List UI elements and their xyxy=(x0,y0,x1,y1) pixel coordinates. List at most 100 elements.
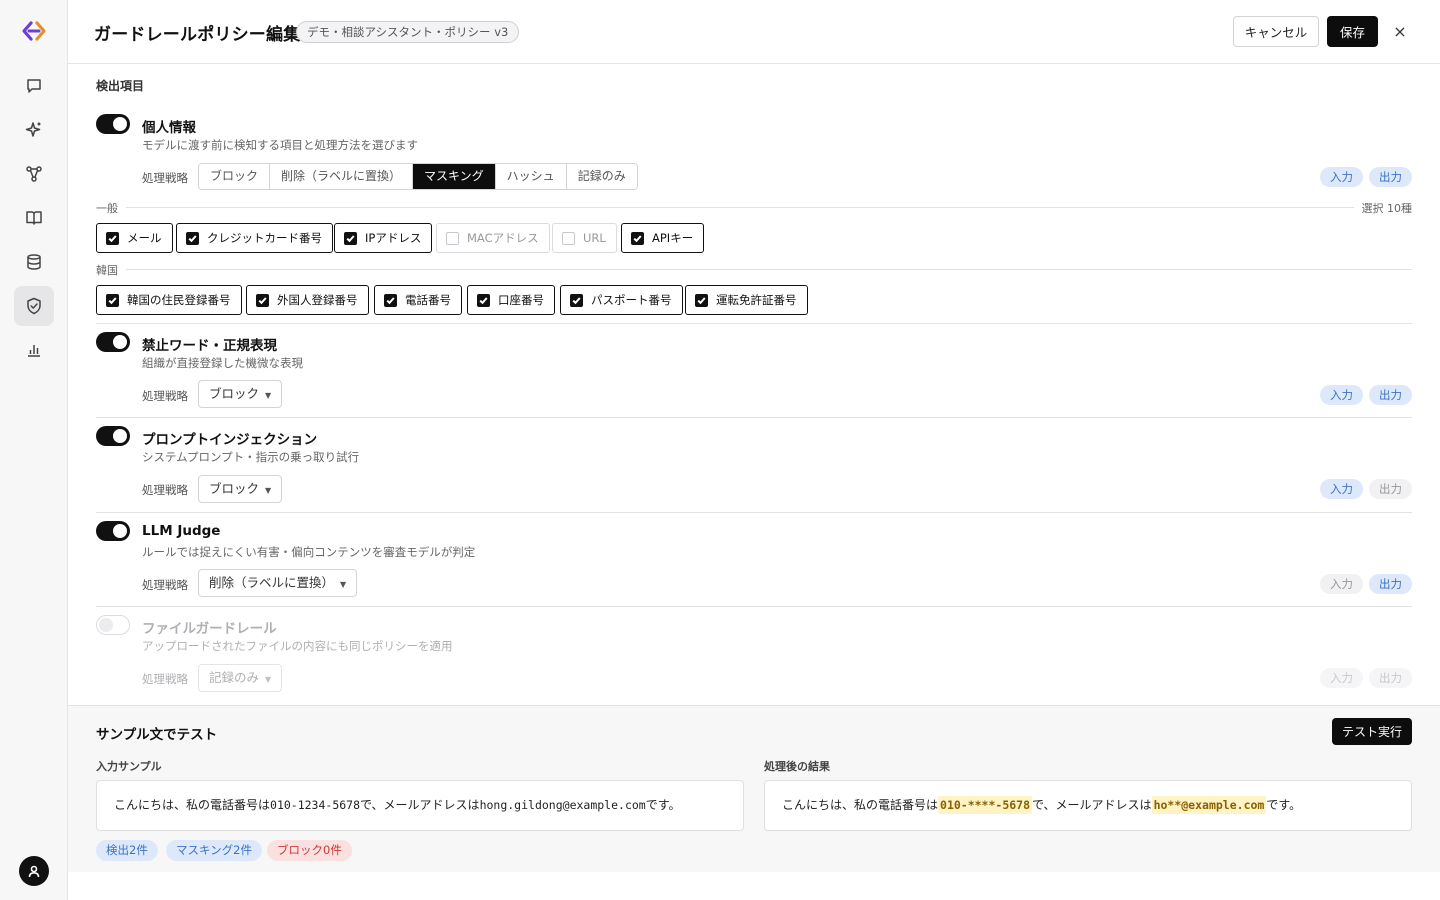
sidebar-item-guardrail[interactable] xyxy=(14,286,54,326)
banned-output-pill[interactable]: 出力 xyxy=(1369,385,1412,405)
test-title: サンプル文でテスト xyxy=(96,727,218,743)
cancel-button[interactable]: キャンセル xyxy=(1233,16,1319,47)
injection-strategy-label: 処理戦略 xyxy=(142,483,188,497)
pii-input-pill[interactable]: 入力 xyxy=(1320,167,1363,187)
sidebar xyxy=(0,0,68,900)
pii-chip-url[interactable]: URL xyxy=(552,223,617,253)
chevron-down-icon: ▼ xyxy=(265,486,272,495)
chevron-down-icon: ▼ xyxy=(265,675,272,684)
section-label: 検出項目 xyxy=(96,79,145,93)
pii-chip-email[interactable]: メール xyxy=(96,223,173,253)
injection-strategy-select[interactable]: ブロック ▼ xyxy=(198,475,283,503)
group-label-korea: 韓国 xyxy=(96,262,126,278)
banned-strategy-label: 処理戦略 xyxy=(142,389,188,403)
pii-chip-ip-address[interactable]: IPアドレス xyxy=(334,223,433,253)
file-input-pill[interactable]: 入力 xyxy=(1320,668,1363,688)
judge-output-pill[interactable]: 出力 xyxy=(1369,574,1412,594)
checkbox-checked-icon xyxy=(477,293,490,307)
divider xyxy=(96,417,1412,418)
injection-toggle[interactable] xyxy=(96,426,130,446)
file-strategy-label: 処理戦略 xyxy=(142,672,188,686)
checkbox-checked-icon xyxy=(106,293,119,307)
input-sample-label: 入力サンプル xyxy=(96,760,162,773)
injection-output-pill[interactable]: 出力 xyxy=(1369,479,1412,499)
checkbox-unchecked-icon xyxy=(562,231,575,245)
checkbox-checked-icon xyxy=(344,231,357,245)
chevron-down-icon: ▼ xyxy=(340,580,347,589)
chevron-down-icon: ▼ xyxy=(265,391,272,400)
stat-blocked-badge: ブロック0件 xyxy=(267,840,352,861)
file-strategy-select[interactable]: 記録のみ ▼ xyxy=(198,664,283,692)
pii-title: 個人情報 xyxy=(142,120,196,136)
header: ガードレールポリシー編集 デモ・相談アシスタント・ポリシー v3 キャンセル 保… xyxy=(68,0,1440,64)
strategy-option-mask[interactable]: マスキング xyxy=(413,164,496,189)
test-panel: サンプル文でテスト テスト実行 入力サンプル 処理後の結果 こんにちは、私の電話… xyxy=(68,705,1440,872)
judge-title: LLM Judge xyxy=(142,523,221,539)
pii-chip-resident-number[interactable]: 韓国の住民登録番号 xyxy=(96,285,242,315)
pii-chip-phone-number[interactable]: 電話番号 xyxy=(374,285,462,315)
pii-chip-mac-address[interactable]: MACアドレス xyxy=(436,223,550,253)
group-divider-korea xyxy=(126,269,1412,270)
close-icon[interactable]: × xyxy=(1392,22,1408,42)
pii-chip-api-key[interactable]: APIキー xyxy=(621,223,705,253)
banned-input-pill[interactable]: 入力 xyxy=(1320,385,1363,405)
judge-strategy-select[interactable]: 削除（ラベルに置換） ▼ xyxy=(198,569,358,597)
user-icon xyxy=(28,865,40,878)
judge-input-pill[interactable]: 入力 xyxy=(1320,574,1363,594)
pii-chip-passport-number[interactable]: パスポート番号 xyxy=(560,285,683,315)
sidebar-item-workflow[interactable] xyxy=(14,154,54,194)
logo-icon[interactable] xyxy=(20,18,48,44)
strategy-option-hash[interactable]: ハッシュ xyxy=(495,164,567,189)
judge-toggle[interactable] xyxy=(96,521,130,541)
banned-toggle[interactable] xyxy=(96,332,130,352)
sidebar-item-knowledge[interactable] xyxy=(14,198,54,238)
selected-count: 選択 10種 xyxy=(1361,202,1413,215)
judge-strategy-label: 処理戦略 xyxy=(142,578,188,592)
file-output-pill[interactable]: 出力 xyxy=(1369,668,1412,688)
judge-desc: ルールでは捉えにくい有害・偏向コンテンツを審査モデルが判定 xyxy=(142,545,476,559)
input-sample-field[interactable]: こんにちは、私の電話番号は010-1234-5678で、メールアドレスはhong… xyxy=(96,780,744,831)
checkbox-checked-icon xyxy=(106,231,119,245)
sidebar-item-sparkle[interactable] xyxy=(14,110,54,150)
strategy-option-log-only[interactable]: 記録のみ xyxy=(566,164,637,189)
checkbox-checked-icon xyxy=(256,293,269,307)
sidebar-item-analytics[interactable] xyxy=(14,330,54,370)
pii-chip-foreigner-number[interactable]: 外国人登録番号 xyxy=(246,285,369,315)
divider xyxy=(96,606,1412,607)
sidebar-item-chat[interactable] xyxy=(14,66,54,106)
pii-chip-driver-license[interactable]: 運転免許証番号 xyxy=(685,285,808,315)
page-title: ガードレールポリシー編集 xyxy=(94,25,301,45)
avatar[interactable] xyxy=(19,856,49,886)
pii-chip-account-number[interactable]: 口座番号 xyxy=(467,285,555,315)
sidebar-item-database[interactable] xyxy=(14,242,54,282)
injection-title: プロンプトインジェクション xyxy=(142,432,318,448)
workflow-icon xyxy=(26,166,42,182)
pii-strategy-label: 処理戦略 xyxy=(142,171,188,185)
banned-strategy-select[interactable]: ブロック ▼ xyxy=(198,380,283,408)
pii-chip-credit-card[interactable]: クレジットカード番号 xyxy=(176,223,333,253)
group-divider-general xyxy=(126,207,1354,208)
divider xyxy=(96,323,1412,324)
injection-input-pill[interactable]: 入力 xyxy=(1320,479,1363,499)
sparkle-icon xyxy=(25,122,41,137)
save-button[interactable]: 保存 xyxy=(1327,16,1378,47)
pii-output-pill[interactable]: 出力 xyxy=(1369,167,1412,187)
masked-phone: 010-****-5678 xyxy=(938,796,1033,814)
pii-toggle[interactable] xyxy=(96,114,130,134)
strategy-option-block[interactable]: ブロック xyxy=(199,164,271,189)
book-icon xyxy=(26,211,42,225)
pii-strategy-segmented: ブロック 削除（ラベルに置換） マスキング ハッシュ 記録のみ xyxy=(198,163,638,190)
chat-icon xyxy=(27,79,41,93)
checkbox-checked-icon xyxy=(695,293,708,307)
policy-badge: デモ・相談アシスタント・ポリシー v3 xyxy=(296,21,520,43)
checkbox-checked-icon xyxy=(570,293,583,307)
strategy-option-remove[interactable]: 削除（ラベルに置換） xyxy=(270,164,414,189)
stat-detected-badge: 検出2件 xyxy=(96,840,158,861)
file-toggle[interactable] xyxy=(96,615,130,635)
stat-masked-badge: マスキング2件 xyxy=(166,840,262,861)
database-icon xyxy=(27,254,41,270)
banned-desc: 組織が直接登録した機微な表現 xyxy=(142,356,303,370)
injection-desc: システムプロンプト・指示の乗っ取り試行 xyxy=(142,450,360,464)
checkbox-checked-icon xyxy=(384,293,397,307)
run-test-button[interactable]: テスト実行 xyxy=(1332,718,1412,745)
